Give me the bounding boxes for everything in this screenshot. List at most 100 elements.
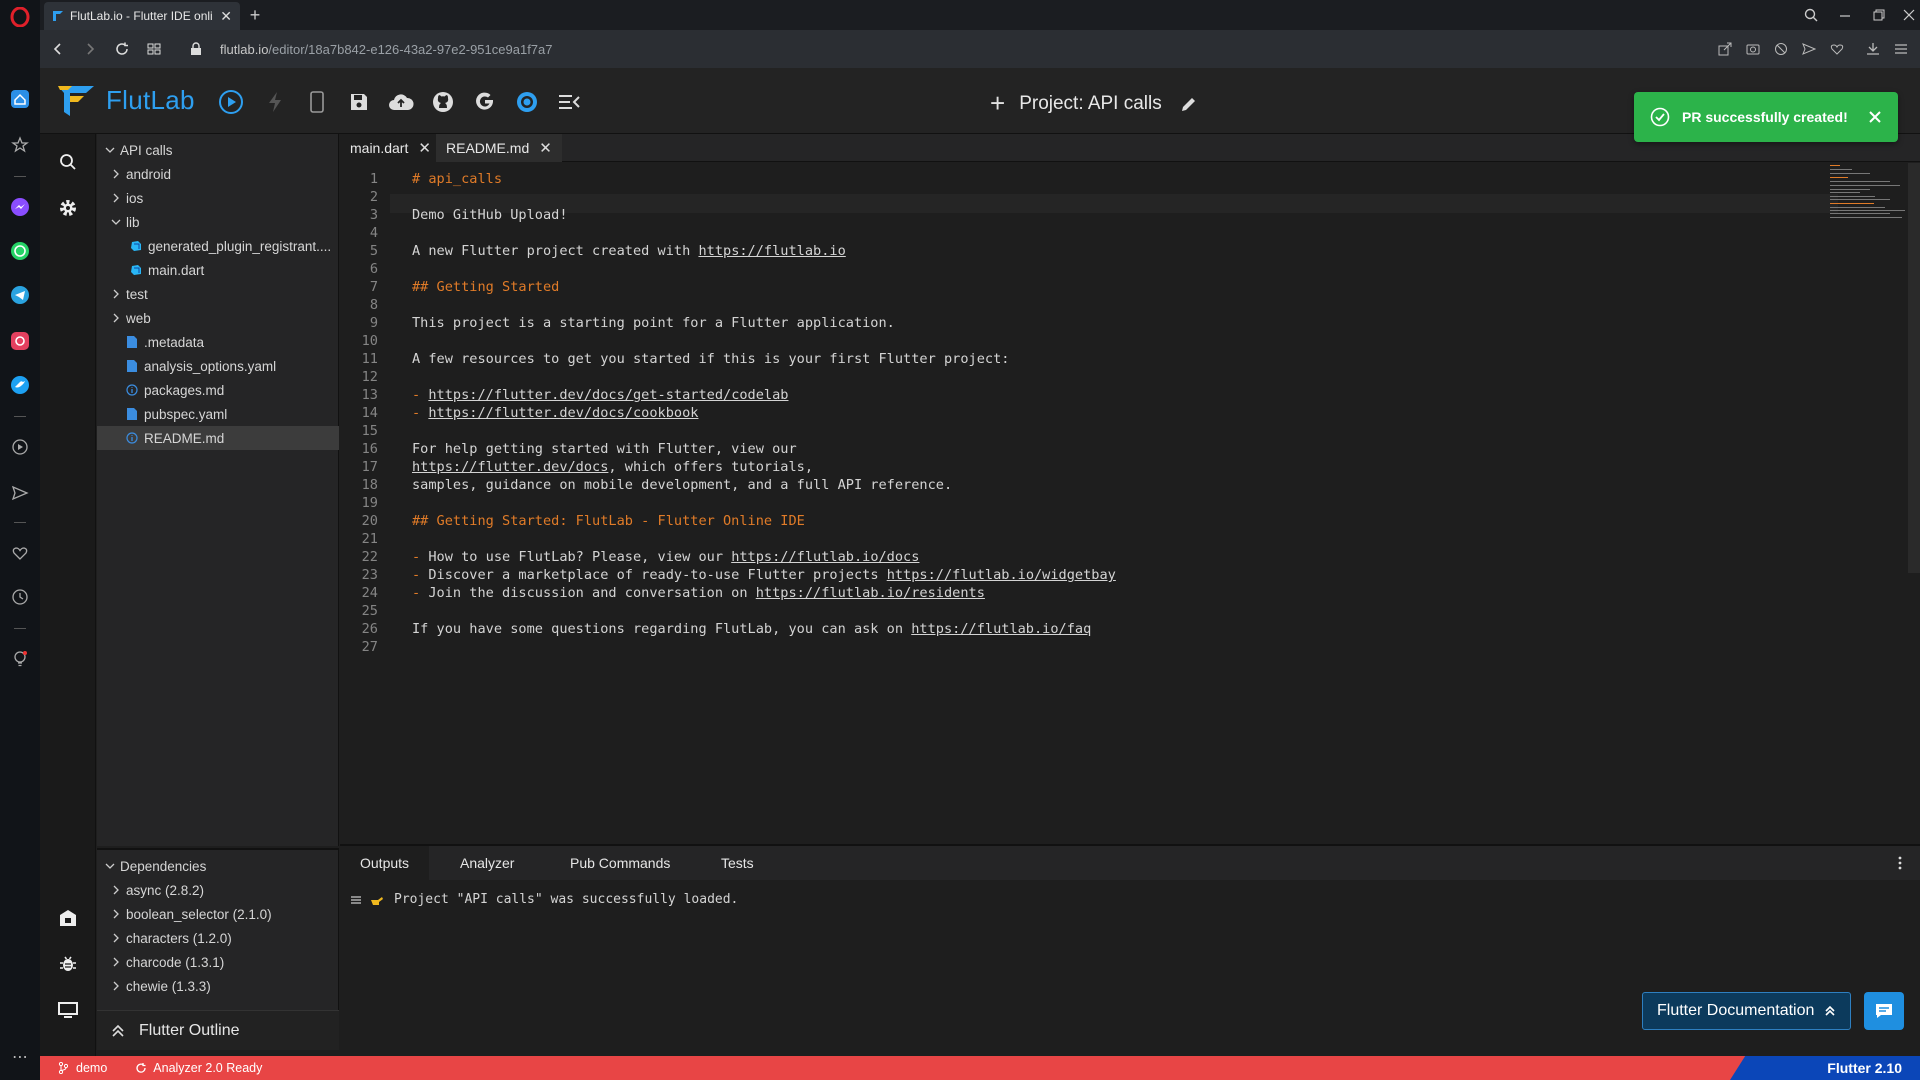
tree-item-android[interactable]: android <box>97 162 339 186</box>
flutlab-logo[interactable]: FlutLab <box>56 82 195 118</box>
tree-item-web[interactable]: web <box>97 306 339 330</box>
device-icon[interactable] <box>302 87 332 117</box>
dependency-item[interactable]: characters (1.2.0) <box>97 926 339 950</box>
close-window-icon[interactable] <box>1898 4 1920 26</box>
more-vert-icon[interactable] <box>1892 854 1908 872</box>
reload-icon[interactable] <box>108 35 136 63</box>
send-page-icon[interactable] <box>1798 38 1820 60</box>
download-icon[interactable] <box>1862 38 1884 60</box>
chevron-right-icon <box>109 167 123 181</box>
code-link[interactable]: https://flutlab.io/faq <box>911 621 1091 637</box>
close-tab-icon[interactable]: ✕ <box>539 139 552 157</box>
branch-indicator[interactable]: demo <box>58 1061 107 1075</box>
browser-tab[interactable]: FlutLab.io - Flutter IDE onli ✕ <box>44 2 240 30</box>
code-link[interactable]: https://flutlab.io/residents <box>756 585 985 601</box>
list-bullet: - <box>412 549 421 565</box>
flutter-documentation-button[interactable]: Flutter Documentation <box>1642 992 1852 1030</box>
chat-button[interactable] <box>1864 992 1904 1030</box>
tab-main-dart[interactable]: main.dart ✕ <box>340 134 441 162</box>
save-icon[interactable] <box>344 87 374 117</box>
tabs-grid-icon[interactable] <box>140 35 168 63</box>
dependency-item[interactable]: async (2.8.2) <box>97 878 339 902</box>
camera-icon[interactable] <box>1742 38 1764 60</box>
tree-item-test[interactable]: test <box>97 282 339 306</box>
bookmark-heart-icon[interactable] <box>1826 38 1848 60</box>
tab-outputs[interactable]: Outputs <box>340 846 430 880</box>
twitter-icon[interactable] <box>9 374 31 396</box>
url-field[interactable]: flutlab.io/editor/18a7b842-e126-43a2-97e… <box>220 42 553 57</box>
minimap[interactable] <box>1830 163 1910 223</box>
close-tab-icon[interactable]: ✕ <box>220 8 232 25</box>
tab-tests[interactable]: Tests <box>701 846 774 880</box>
back-icon[interactable] <box>44 35 72 63</box>
new-tab-button[interactable]: + <box>244 4 266 26</box>
package-icon[interactable] <box>54 904 82 932</box>
telegram-icon[interactable] <box>9 284 31 306</box>
tab-analyzer[interactable]: Analyzer <box>440 846 534 880</box>
home-icon[interactable] <box>9 88 31 110</box>
hot-reload-icon[interactable] <box>260 87 290 117</box>
tree-item-readme[interactable]: README.md <box>97 426 339 450</box>
add-project-icon[interactable]: + <box>990 88 1005 119</box>
close-toast-icon[interactable] <box>1868 110 1882 124</box>
forward-icon[interactable] <box>76 35 104 63</box>
run-button[interactable] <box>216 87 246 117</box>
search-icon[interactable] <box>54 148 82 176</box>
code-editor[interactable]: 1 # api_calls 2 3 Demo GitHub Upload! 4 5 A new… <box>340 163 1920 843</box>
close-tab-icon[interactable]: ✕ <box>418 139 431 157</box>
code-link[interactable]: https://flutlab.io/widgetbay <box>887 567 1116 583</box>
whatsapp-icon[interactable] <box>9 240 31 262</box>
adblock-icon[interactable] <box>1770 38 1792 60</box>
flutter-version[interactable]: Flutter 2.10 <box>1730 1056 1920 1080</box>
cloud-upload-icon[interactable] <box>386 87 416 117</box>
dependency-item[interactable]: charcode (1.3.1) <box>97 950 339 974</box>
dependency-item[interactable]: boolean_selector (2.1.0) <box>97 902 339 926</box>
more-icon[interactable]: ⋯ <box>9 1046 31 1068</box>
opera-logo-icon[interactable] <box>9 6 31 28</box>
tree-item-pubspec[interactable]: pubspec.yaml <box>97 402 339 426</box>
code-link[interactable]: https://flutter.dev/docs <box>412 459 608 475</box>
bottom-tabs: Outputs Analyzer Pub Commands Tests <box>340 846 1920 880</box>
tree-item-metadata[interactable]: .metadata <box>97 330 339 354</box>
code-link[interactable]: https://flutlab.io/docs <box>731 549 919 565</box>
dependency-item[interactable]: chewie (1.3.3) <box>97 974 339 998</box>
flutter-outline-label: Flutter Outline <box>139 1021 240 1039</box>
tab-readme[interactable]: README.md ✕ <box>436 134 562 162</box>
monitor-icon[interactable] <box>54 996 82 1024</box>
debug-target-icon[interactable] <box>512 87 542 117</box>
search-tabs-icon[interactable] <box>1800 4 1822 26</box>
bug-icon[interactable] <box>54 950 82 978</box>
tree-root[interactable]: API calls <box>97 138 339 162</box>
messenger-icon[interactable] <box>9 196 31 218</box>
collapse-menu-icon[interactable] <box>554 87 584 117</box>
instagram-icon[interactable] <box>9 330 31 352</box>
send-icon[interactable] <box>9 482 31 504</box>
tree-item-packages-md[interactable]: packages.md <box>97 378 339 402</box>
tree-item-lib[interactable]: lib <box>97 210 339 234</box>
google-icon[interactable] <box>470 87 500 117</box>
settings-gear-icon[interactable] <box>54 194 82 222</box>
minimize-icon[interactable] <box>1834 4 1856 26</box>
github-icon[interactable] <box>428 87 458 117</box>
flutter-outline-toggle[interactable]: Flutter Outline <box>97 1010 339 1050</box>
star-icon[interactable] <box>9 134 31 156</box>
easy-setup-icon[interactable] <box>1890 38 1912 60</box>
code-link[interactable]: https://flutlab.io <box>698 243 845 259</box>
editor-scrollbar[interactable] <box>1908 163 1920 573</box>
tree-item-ios[interactable]: ios <box>97 186 339 210</box>
tree-item-main-dart[interactable]: main.dart <box>97 258 339 282</box>
heart-icon[interactable] <box>9 542 31 564</box>
tree-item-generated-plugin[interactable]: generated_plugin_registrant.... <box>97 234 339 258</box>
code-link[interactable]: https://flutter.dev/docs/get-started/cod… <box>428 387 788 403</box>
share-icon[interactable] <box>1714 38 1736 60</box>
dependencies-header[interactable]: Dependencies <box>97 854 339 878</box>
edit-pencil-icon[interactable] <box>1180 95 1198 113</box>
tab-pub-commands[interactable]: Pub Commands <box>550 846 690 880</box>
lightbulb-icon[interactable] <box>9 648 31 670</box>
restore-icon[interactable] <box>1868 4 1890 26</box>
history-icon[interactable] <box>9 586 31 608</box>
player-icon[interactable] <box>9 436 31 458</box>
tree-item-analysis-options[interactable]: analysis_options.yaml <box>97 354 339 378</box>
code-link[interactable]: https://flutter.dev/docs/cookbook <box>428 405 698 421</box>
analyzer-status[interactable]: Analyzer 2.0 Ready <box>135 1061 262 1075</box>
